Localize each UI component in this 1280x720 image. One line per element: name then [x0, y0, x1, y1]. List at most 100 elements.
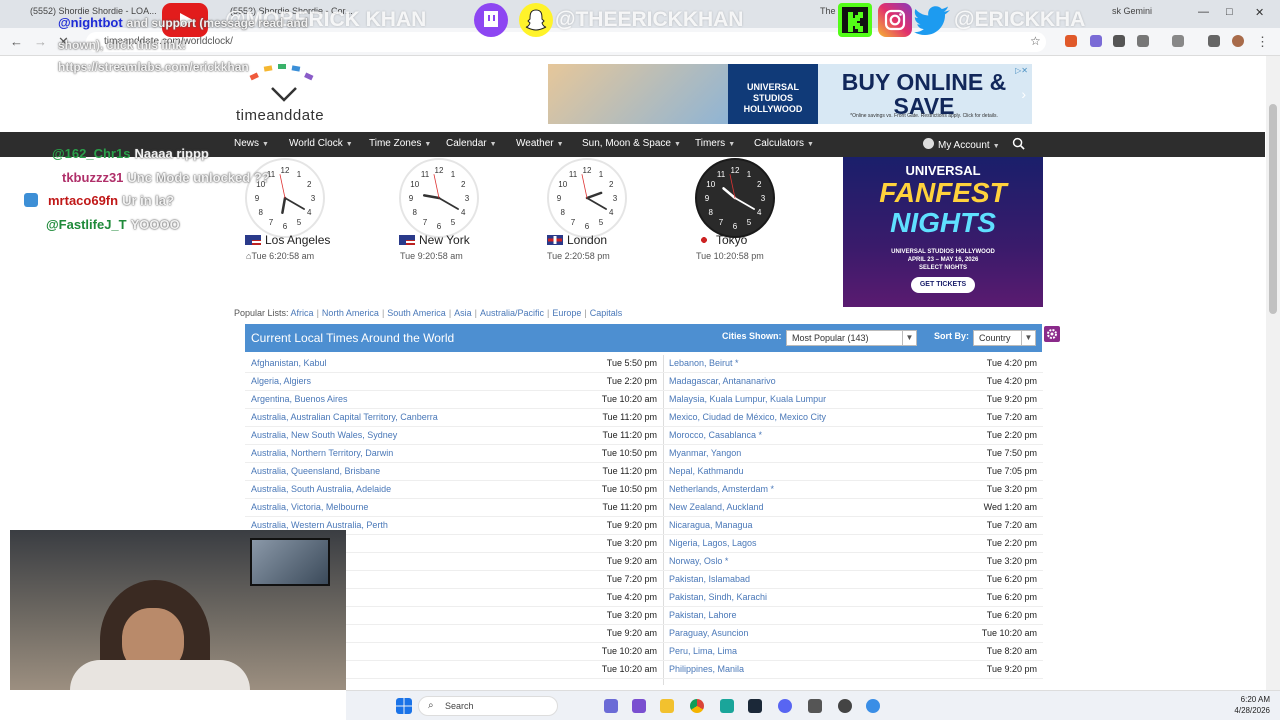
city-link[interactable]: Norway, Oslo * — [669, 556, 728, 566]
forward-icon[interactable]: → — [34, 34, 47, 49]
popular-link-africa[interactable]: Africa — [291, 308, 314, 318]
clock-city[interactable]: New York — [399, 233, 470, 247]
city-link[interactable]: Madagascar, Antananarivo — [669, 376, 776, 386]
chat-username: @162_Chr1s — [52, 146, 131, 161]
steam-icon[interactable] — [748, 699, 762, 713]
city-link[interactable]: Nepal, Kathmandu — [669, 466, 744, 476]
discord-icon[interactable] — [778, 699, 792, 713]
kebab-menu-icon[interactable]: ⋮ — [1256, 34, 1269, 50]
city-link[interactable]: Nigeria, Lagos, Lagos — [669, 538, 757, 548]
nav-my-account[interactable]: My Account ▼ — [923, 138, 1000, 151]
extension-icon[interactable] — [1090, 35, 1102, 47]
chevron-down-icon: ▼ — [902, 331, 916, 345]
nav-sun-moon-space[interactable]: Sun, Moon & Space ▼ — [582, 138, 681, 149]
extension-icon[interactable] — [1113, 35, 1125, 47]
table-row: Morocco, Casablanca * Tue 2:20 pm — [663, 427, 1043, 445]
clock-city[interactable]: Los Angeles — [245, 233, 330, 247]
clock-city-name: London — [567, 233, 608, 247]
city-link[interactable]: Algeria, Algiers — [251, 376, 311, 386]
city-link[interactable]: Argentina, Buenos Aires — [251, 394, 348, 404]
taskbar-clock[interactable]: 6:20 AM 4/28/2026 — [1234, 694, 1270, 716]
city-link[interactable]: Pakistan, Islamabad — [669, 574, 750, 584]
cities-shown-select[interactable]: Most Popular (143) ▼ — [786, 330, 917, 346]
menu-icon[interactable] — [1208, 35, 1220, 47]
local-time: Tue 3:20 pm — [606, 538, 657, 548]
city-link[interactable]: Morocco, Casablanca * — [669, 430, 762, 440]
city-link[interactable]: Australia, Victoria, Melbourne — [251, 502, 368, 512]
extensions-puzzle-icon[interactable] — [1137, 35, 1149, 47]
search-icon[interactable] — [1012, 137, 1025, 150]
clock-city[interactable]: London — [547, 233, 607, 247]
city-link[interactable]: Malaysia, Kuala Lumpur, Kuala Lumpur — [669, 394, 826, 404]
top-ad-banner[interactable]: UNIVERSAL STUDIOS HOLLYWOOD BUY ONLINE &… — [548, 64, 1032, 124]
notes-icon[interactable] — [808, 699, 822, 713]
popular-link-north-america[interactable]: North America — [322, 308, 379, 318]
page-scrollbar[interactable] — [1266, 56, 1280, 690]
profile-avatar[interactable] — [1232, 35, 1244, 47]
chrome-icon[interactable] — [690, 699, 704, 713]
clock-numeral: 1 — [297, 170, 302, 179]
taskbar-search[interactable]: ⌕ Search — [418, 696, 558, 716]
gear-icon[interactable] — [1044, 326, 1060, 342]
nav-weather[interactable]: Weather ▼ — [516, 138, 564, 149]
popular-link-capitals[interactable]: Capitals — [590, 308, 623, 318]
chrome-profile-icon[interactable] — [866, 699, 880, 713]
scrollbar-thumb[interactable] — [1269, 104, 1277, 314]
ad-choices-icon[interactable]: ▷✕ — [1015, 66, 1028, 75]
obs-icon[interactable] — [838, 699, 852, 713]
nav-calculators[interactable]: Calculators ▼ — [754, 138, 814, 149]
city-link[interactable]: Australia, South Australia, Adelaide — [251, 484, 391, 494]
city-link[interactable]: Australia, Australian Capital Territory,… — [251, 412, 438, 422]
city-link[interactable]: Nicaragua, Managua — [669, 520, 753, 530]
maximize-button[interactable]: □ — [1226, 6, 1233, 18]
city-link[interactable]: Afghanistan, Kabul — [251, 358, 327, 368]
city-link[interactable]: Paraguay, Asuncion — [669, 628, 748, 638]
file-explorer-icon[interactable] — [660, 699, 674, 713]
nav-label: News — [234, 138, 260, 149]
table-row: Philippines, Manila Tue 9:20 pm — [663, 661, 1043, 679]
local-time: Tue 4:20 pm — [986, 376, 1037, 386]
city-link[interactable]: Myanmar, Yangon — [669, 448, 741, 458]
side-ad-banner[interactable]: UNIVERSAL FANFEST NIGHTS UNIVERSAL STUDI… — [843, 157, 1043, 307]
local-time: Tue 7:20 am — [986, 520, 1037, 530]
city-link[interactable]: Philippines, Manila — [669, 664, 744, 674]
popular-link-europe[interactable]: Europe — [552, 308, 581, 318]
clock-city[interactable]: Tokyo — [696, 233, 747, 247]
city-link[interactable]: Australia, New South Wales, Sydney — [251, 430, 397, 440]
city-link[interactable]: Australia, Western Australia, Perth — [251, 520, 388, 530]
city-link[interactable]: Netherlands, Amsterdam * — [669, 484, 774, 494]
nav-timers[interactable]: Timers ▼ — [695, 138, 735, 149]
nav-time-zones[interactable]: Time Zones ▼ — [369, 138, 431, 149]
minimize-button[interactable]: — — [1198, 6, 1209, 18]
ad-brand: UNIVERSAL STUDIOS HOLLYWOOD — [728, 64, 818, 124]
get-tickets-button[interactable]: GET TICKETS — [911, 277, 975, 293]
nav-calendar[interactable]: Calendar ▼ — [446, 138, 497, 149]
popular-link-south-america[interactable]: South America — [387, 308, 446, 318]
popular-link-asia[interactable]: Asia — [454, 308, 472, 318]
copilot-icon[interactable] — [604, 699, 618, 713]
city-link[interactable]: Peru, Lima, Lima — [669, 646, 737, 656]
city-link[interactable]: Pakistan, Sindh, Karachi — [669, 592, 767, 602]
city-link[interactable]: New Zealand, Auckland — [669, 502, 764, 512]
table-row: Peru, Lima, Lima Tue 8:20 am — [663, 643, 1043, 661]
windows-start-icon[interactable] — [396, 698, 412, 714]
sidepanel-icon[interactable] — [1172, 35, 1184, 47]
ad-next-icon[interactable]: › — [1021, 86, 1026, 102]
city-link[interactable]: Mexico, Ciudad de México, Mexico City — [669, 412, 826, 422]
back-icon[interactable]: ← — [10, 34, 23, 49]
nav-news[interactable]: News ▼ — [234, 138, 269, 149]
city-link[interactable]: Pakistan, Lahore — [669, 610, 737, 620]
nav-world-clock[interactable]: World Clock ▼ — [289, 138, 353, 149]
local-time: Tue 3:20 pm — [986, 484, 1037, 494]
city-link[interactable]: Australia, Northern Territory, Darwin — [251, 448, 393, 458]
sort-by-select[interactable]: Country ▼ — [973, 330, 1036, 346]
app-icon[interactable] — [720, 699, 734, 713]
browser-tab[interactable]: sk Gemini — [1112, 6, 1172, 24]
close-button[interactable]: ✕ — [1255, 6, 1264, 19]
clock-numeral: 10 — [558, 180, 567, 189]
city-link[interactable]: Lebanon, Beirut * — [669, 358, 739, 368]
popular-link-australia-pacific[interactable]: Australia/Pacific — [480, 308, 544, 318]
separator: | — [474, 308, 478, 318]
teams-icon[interactable] — [632, 699, 646, 713]
city-link[interactable]: Australia, Queensland, Brisbane — [251, 466, 380, 476]
